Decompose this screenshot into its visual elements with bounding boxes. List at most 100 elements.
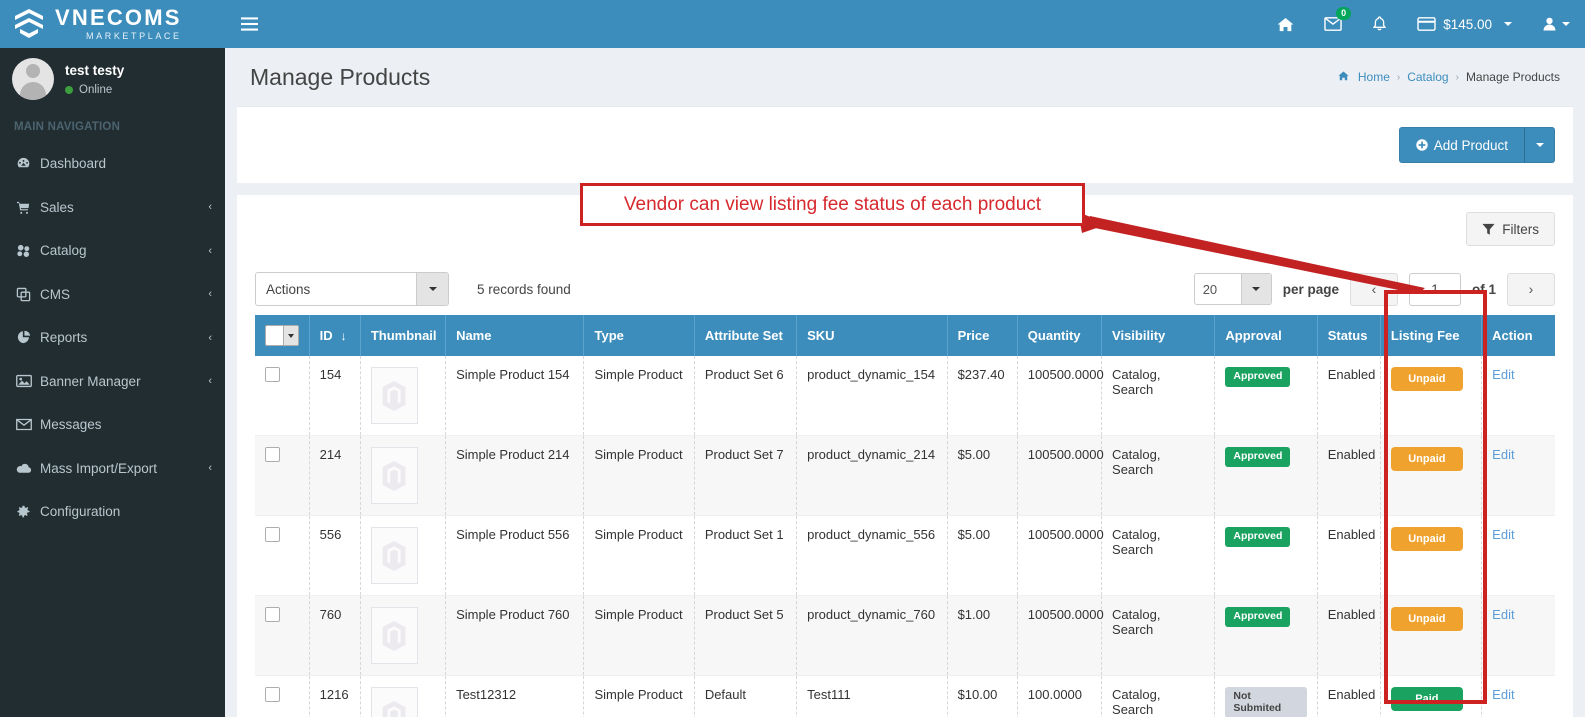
cell-quantity: 100.0000 [1017,675,1103,717]
cell-price: $5.00 [947,435,1018,516]
select-all-dropdown[interactable] [265,325,299,346]
next-page-button[interactable]: › [1507,272,1555,306]
edit-product-link[interactable]: Edit [1492,447,1514,462]
chevron-down-icon [1535,143,1544,147]
user-panel[interactable]: test testy Online [0,48,225,110]
cell-name: Simple Product 760 [445,595,585,676]
pie-chart-icon [16,330,40,345]
edit-product-link[interactable]: Edit [1492,367,1514,382]
chevron-left-icon: ‹ [208,462,212,475]
cell-sku: product_dynamic_154 [796,356,948,436]
cell-id: 214 [309,435,361,516]
edit-product-link[interactable]: Edit [1492,687,1514,702]
row-checkbox[interactable] [265,607,280,622]
edit-product-link[interactable]: Edit [1492,607,1514,622]
messages-icon[interactable]: 0 [1309,0,1357,48]
user-status: Online [65,84,124,96]
cell-approval: Approved [1214,515,1318,596]
column-header-name[interactable]: Name [445,315,585,356]
chevron-left-icon: ‹ [208,201,212,214]
breadcrumb-item-catalog[interactable]: Catalog [1407,70,1448,84]
filters-button[interactable]: Filters [1466,212,1555,246]
sidebar-item-catalog[interactable]: Catalog ‹ [0,229,225,273]
listing-fee-status-badge[interactable]: Unpaid [1390,607,1463,632]
column-header-thumbnail[interactable]: Thumbnail [360,315,447,356]
previous-page-button[interactable]: ‹ [1349,272,1398,306]
chevron-left-icon: ‹ [208,375,212,388]
notifications-bell-icon[interactable] [1357,0,1402,48]
actions-panel: Add Product [237,106,1573,183]
app-root: VNECOMS MARKETPLACE test testy Online MA… [0,0,1585,717]
approval-status-badge: Not Submited [1225,687,1307,717]
listing-fee-status-badge[interactable]: Unpaid [1390,447,1463,472]
cell-attribute-set: Default [694,675,798,717]
listing-fee-status-badge[interactable]: Unpaid [1390,367,1463,392]
listing-fee-status-badge[interactable]: Unpaid [1390,527,1463,552]
page-header: Manage Products Home › Catalog › Manage … [225,48,1585,106]
home-icon[interactable] [1262,0,1309,48]
sidebar-item-dashboard[interactable]: Dashboard [0,142,225,186]
sidebar: VNECOMS MARKETPLACE test testy Online MA… [0,0,225,717]
cell-price: $1.00 [947,595,1018,676]
cell-status: Enabled [1317,515,1381,596]
column-header-type[interactable]: Type [583,315,695,356]
row-checkbox[interactable] [265,447,280,462]
wallet-balance-button[interactable]: $145.00 [1402,0,1527,48]
column-header-approval[interactable]: Approval [1214,315,1318,356]
per-page-select[interactable]: 20 [1193,273,1272,305]
user-menu-button[interactable] [1527,0,1585,48]
column-header-quantity[interactable]: Quantity [1017,315,1103,356]
breadcrumb-separator: › [1455,71,1459,83]
sidebar-item-cms[interactable]: CMS ‹ [0,273,225,317]
add-product-dropdown-toggle[interactable] [1524,127,1555,163]
column-header-listing-fee[interactable]: Listing Fee [1380,315,1483,356]
row-checkbox[interactable] [265,687,280,702]
gear-icon [16,504,40,519]
cell-quantity: 100500.0000 [1017,356,1104,436]
edit-product-link[interactable]: Edit [1492,527,1514,542]
add-product-button[interactable]: Add Product [1398,127,1524,163]
cell-sku: Test111 [796,675,948,717]
column-header-id[interactable]: ID ↓ [309,315,361,356]
row-checkbox[interactable] [265,527,280,542]
brand-logo[interactable]: VNECOMS MARKETPLACE [0,0,225,48]
row-checkbox[interactable] [265,367,280,382]
column-header-sku[interactable]: SKU [796,315,948,356]
breadcrumb-item-home[interactable]: Home [1358,70,1390,84]
menu-toggle-button[interactable] [225,0,273,48]
cell-name: Simple Product 214 [445,435,585,516]
cell-status: Enabled [1317,675,1381,717]
table-header-row: ID ↓ Thumbnail Name Type Attribute Set SK… [255,315,1555,356]
cart-icon [16,200,40,215]
page-number-input[interactable] [1408,272,1461,306]
sidebar-item-messages[interactable]: Messages [0,403,225,447]
column-header-price[interactable]: Price [947,315,1018,356]
listing-fee-status-badge[interactable]: Paid [1390,687,1463,712]
column-header-action[interactable]: Action [1481,315,1555,356]
sidebar-item-label: Dashboard [40,156,107,172]
breadcrumb: Home › Catalog › Manage Products [1338,70,1560,84]
sidebar-item-configuration[interactable]: Configuration [0,490,225,534]
column-header-visibility[interactable]: Visibility [1101,315,1216,356]
actions-select-value: Actions [266,281,311,297]
brand-subtitle: MARKETPLACE [86,31,182,41]
cell-price: $237.40 [947,356,1018,436]
column-header-status[interactable]: Status [1317,315,1381,356]
sidebar-item-reports[interactable]: Reports ‹ [0,316,225,360]
per-page-label: per page [1282,281,1339,297]
cell-type: Simple Product [583,515,695,596]
cloud-upload-icon [16,462,40,475]
actions-select[interactable]: Actions [255,272,449,306]
cell-thumbnail [360,356,447,436]
sidebar-item-mass-import-export[interactable]: Mass Import/Export ‹ [0,447,225,491]
products-table-header: ID ↓ Thumbnail Name Type Attribute Set SK… [255,315,1555,356]
sidebar-item-banner-manager[interactable]: Banner Manager ‹ [0,360,225,404]
cell-id: 1216 [309,675,361,717]
products-table-body: 154 Simple Product 154 Simple Product Produ… [255,356,1555,717]
top-navbar-actions: 0 $145.00 [1262,0,1585,48]
annotation-callout: Vendor can view listing fee status of ea… [580,183,1085,226]
cell-select [255,515,310,596]
copy-icon [16,287,40,302]
column-header-attribute-set[interactable]: Attribute Set [694,315,798,356]
sidebar-item-sales[interactable]: Sales ‹ [0,186,225,230]
